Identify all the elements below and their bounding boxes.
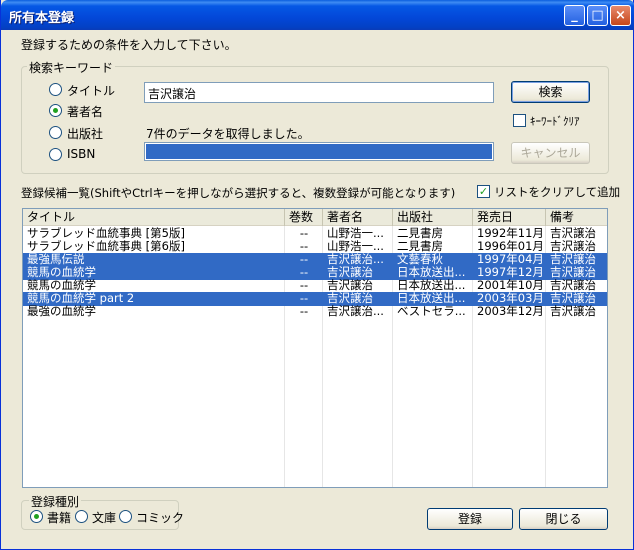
date-cell: 1997年12月: [477, 266, 544, 279]
column-volume[interactable]: 巻数: [285, 209, 323, 226]
title-cell: 競馬の血統学 part 2: [27, 292, 135, 305]
column-author[interactable]: 著者名: [323, 209, 393, 226]
publisher-cell: 日本放送出...: [397, 266, 466, 279]
instruction-text: 登録するための条件を入力して下さい。: [21, 38, 237, 52]
keyword-input[interactable]: 吉沢譲治: [144, 82, 494, 103]
volume-cell: --: [299, 227, 309, 240]
candidate-list[interactable]: タイトル 巻数 著者名 出版社 発売日 備考 サラブレッド血統事典 [第5版] -…: [22, 208, 608, 488]
register-button[interactable]: 登録: [427, 508, 513, 530]
table-row[interactable]: 競馬の血統学 -- 吉沢譲治 日本放送出... 1997年12月 吉沢譲治: [23, 266, 607, 280]
radio-author[interactable]: [49, 104, 62, 117]
radio-bunko[interactable]: [75, 510, 88, 523]
author-cell: 吉沢譲治: [327, 266, 373, 279]
volume-cell: --: [299, 279, 309, 292]
author-cell: 吉沢譲治: [327, 292, 373, 305]
close-button[interactable]: 閉じる: [519, 508, 608, 530]
note-cell: 吉沢譲治: [550, 279, 596, 292]
date-cell: 1997年04月: [477, 253, 544, 266]
author-cell: 山野浩一...: [327, 240, 384, 253]
registration-window: 所有本登録 _ □ × 登録するための条件を入力して下さい。 検索キーワード タ…: [0, 0, 634, 550]
clear-keyword-label[interactable]: ｷｰﾜｰﾄﾞｸﾘｱ: [530, 113, 580, 129]
title-cell: 最強の血統学: [27, 305, 96, 318]
note-cell: 吉沢譲治: [550, 253, 596, 266]
radio-comic[interactable]: [119, 510, 132, 523]
column-publisher[interactable]: 出版社: [393, 209, 473, 226]
volume-cell: --: [299, 253, 309, 266]
title-cell: 競馬の血統学: [27, 279, 96, 292]
publisher-cell: 日本放送出...: [397, 292, 466, 305]
progress-fill: [146, 144, 492, 159]
author-cell: 吉沢譲治: [327, 279, 373, 292]
publisher-cell: 文藝春秋: [397, 253, 443, 266]
radio-comic-label[interactable]: コミック: [136, 509, 184, 526]
title-cell: サラブレッド血統事典 [第6版]: [27, 240, 185, 253]
note-cell: 吉沢譲治: [550, 305, 596, 318]
title-cell: サラブレッド血統事典 [第5版]: [27, 227, 185, 240]
close-icon[interactable]: ×: [610, 5, 631, 26]
author-cell: 吉沢譲治...: [327, 253, 384, 266]
author-cell: 吉沢譲治...: [327, 305, 384, 318]
radio-isbn-label[interactable]: ISBN: [67, 147, 95, 161]
table-row[interactable]: 最強の血統学 -- 吉沢譲治... ベストセラ... 2003年12月 吉沢譲治: [23, 305, 607, 319]
table-row[interactable]: サラブレッド血統事典 [第6版] -- 山野浩一... 二見書房 1996年01月 吉沢譲…: [23, 240, 607, 254]
maximize-icon[interactable]: □: [587, 5, 608, 26]
note-cell: 吉沢譲治: [550, 240, 596, 253]
date-cell: 1992年11月: [477, 227, 544, 240]
note-cell: 吉沢譲治: [550, 227, 596, 240]
registration-type-title: 登録種別: [29, 493, 82, 510]
publisher-cell: 二見書房: [397, 240, 443, 253]
table-row[interactable]: 競馬の血統学 -- 吉沢譲治 日本放送出... 2001年10月 吉沢譲治: [23, 279, 607, 293]
volume-cell: --: [299, 292, 309, 305]
radio-publisher[interactable]: [49, 126, 62, 139]
table-row[interactable]: サラブレッド血統事典 [第5版] -- 山野浩一... 二見書房 1992年11月 吉沢譲…: [23, 227, 607, 241]
progress-bar: [144, 142, 494, 161]
volume-cell: --: [299, 266, 309, 279]
column-note[interactable]: 備考: [546, 209, 607, 226]
publisher-cell: 二見書房: [397, 227, 443, 240]
author-cell: 山野浩一...: [327, 227, 384, 240]
volume-cell: --: [299, 240, 309, 253]
candidate-list-caption: 登録候補一覧(ShiftやCtrlキーを押しながら選択すると、複数登録が可能とな…: [21, 186, 456, 200]
publisher-cell: 日本放送出...: [397, 279, 466, 292]
table-row[interactable]: 最強馬伝説 -- 吉沢譲治... 文藝春秋 1997年04月 吉沢譲治: [23, 253, 607, 267]
radio-book-label[interactable]: 書籍: [47, 509, 71, 526]
radio-book[interactable]: [30, 510, 43, 523]
note-cell: 吉沢譲治: [550, 266, 596, 279]
clear-and-add-checkbox[interactable]: ✓: [477, 185, 490, 198]
radio-isbn[interactable]: [49, 148, 62, 161]
radio-author-label[interactable]: 著者名: [67, 103, 103, 120]
note-cell: 吉沢譲治: [550, 292, 596, 305]
date-cell: 2001年10月: [477, 279, 544, 292]
list-header: タイトル 巻数 著者名 出版社 発売日 備考: [23, 209, 607, 226]
date-cell: 1996年01月: [477, 240, 544, 253]
search-button[interactable]: 検索: [511, 81, 590, 103]
volume-cell: --: [299, 305, 309, 318]
radio-bunko-label[interactable]: 文庫: [92, 509, 116, 526]
date-cell: 2003年03月: [477, 292, 544, 305]
title-cell: 最強馬伝説: [27, 253, 85, 266]
minimize-icon[interactable]: _: [564, 5, 585, 26]
radio-publisher-label[interactable]: 出版社: [67, 125, 103, 142]
title-cell: 競馬の血統学: [27, 266, 96, 279]
column-date[interactable]: 発売日: [473, 209, 546, 226]
radio-title[interactable]: [49, 83, 62, 96]
cancel-button[interactable]: キャンセル: [511, 142, 590, 164]
publisher-cell: ベストセラ...: [397, 305, 466, 318]
title-bar[interactable]: 所有本登録 _ □ ×: [1, 0, 634, 30]
column-title[interactable]: タイトル: [23, 209, 285, 226]
radio-title-label[interactable]: タイトル: [67, 82, 115, 99]
search-group-title: 検索キーワード: [27, 59, 116, 76]
window-title: 所有本登録: [9, 11, 75, 26]
date-cell: 2003年12月: [477, 305, 544, 318]
status-text: 7件のデータを取得しました。: [146, 127, 310, 141]
clear-and-add-label[interactable]: リストをクリアして追加: [494, 184, 620, 200]
clear-keyword-checkbox[interactable]: [513, 114, 526, 127]
table-row[interactable]: 競馬の血統学 part 2 -- 吉沢譲治 日本放送出... 2003年03月 吉沢譲治: [23, 292, 607, 306]
